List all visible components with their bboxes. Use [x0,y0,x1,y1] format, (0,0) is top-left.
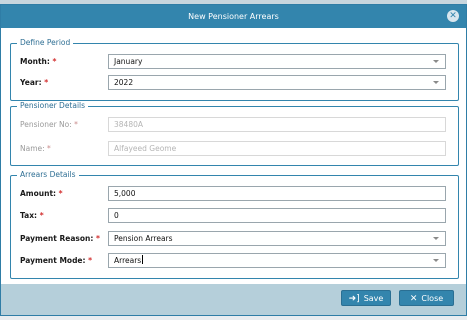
year-value: 2022 [114,78,134,87]
required-marker: * [74,120,78,129]
year-select[interactable]: 2022 [108,75,446,90]
close-button[interactable]: ✕ Close [399,290,454,306]
text-cursor [142,255,144,264]
close-x-icon: ✕ [409,294,418,304]
required-marker: * [47,144,51,153]
new-pensioner-arrears-dialog: New Pensioner Arrears ✕ Define Period Mo… [0,4,467,316]
tax-input[interactable]: 0 [108,208,446,223]
required-marker: * [44,78,49,87]
amount-label: Amount: * [20,189,63,198]
sign-in-icon: ➜] [348,294,360,304]
dialog-footer: ➜] Save ✕ Close [1,284,466,315]
chevron-down-icon [433,60,439,63]
pensioner-no-label: Pensioner No: * [20,120,78,129]
define-period-legend: Define Period [17,38,74,48]
save-button[interactable]: ➜] Save [341,290,391,306]
tax-row: Tax: * 0 [20,208,450,224]
tax-label: Tax: * [20,211,44,220]
required-marker: * [88,256,93,265]
pensioner-no-row: Pensioner No: * 38480A [20,117,450,133]
payment-reason-value: Pension Arrears [114,234,173,243]
chevron-down-icon [433,259,439,262]
required-marker: * [58,189,63,198]
payment-mode-label: Payment Mode: * [20,256,93,265]
payment-reason-select[interactable]: Pension Arrears [108,231,446,246]
define-period-fieldset: Define Period Month: * January Year: * 2… [10,38,459,101]
dialog-title: New Pensioner Arrears [188,12,279,21]
payment-mode-value: Arrears [114,256,142,265]
close-label: Close [421,294,444,303]
name-label: Name: * [20,144,51,153]
pensioner-no-field: 38480A [108,117,446,132]
month-value: January [114,57,143,66]
chevron-down-icon [433,81,439,84]
amount-input[interactable]: 5,000 [108,186,446,201]
chevron-down-icon [433,237,439,240]
required-marker: * [52,57,57,66]
year-label: Year: * [20,78,49,87]
arrears-details-fieldset: Arrears Details Amount: * 5,000 Tax: * 0… [10,170,459,279]
name-field: Alfayeed Geome [108,141,446,156]
payment-mode-row: Payment Mode: * Arrears [20,253,450,269]
save-label: Save [363,294,384,303]
required-marker: * [39,211,44,220]
payment-mode-select[interactable]: Arrears [108,253,446,268]
name-row: Name: * Alfayeed Geome [20,141,450,157]
dialog-titlebar: New Pensioner Arrears ✕ [1,5,466,28]
close-icon[interactable]: ✕ [447,10,459,22]
amount-row: Amount: * 5,000 [20,186,450,202]
year-row: Year: * 2022 [20,75,450,91]
required-marker: * [95,234,100,243]
payment-reason-row: Payment Reason: * Pension Arrears [20,231,450,247]
pensioner-details-fieldset: Pensioner Details Pensioner No: * 38480A… [10,101,459,166]
month-row: Month: * January [20,54,450,70]
month-select[interactable]: January [108,54,446,69]
month-label: Month: * [20,57,57,66]
arrears-details-legend: Arrears Details [17,170,79,180]
pensioner-details-legend: Pensioner Details [17,101,89,111]
payment-reason-label: Payment Reason: * [20,234,100,243]
